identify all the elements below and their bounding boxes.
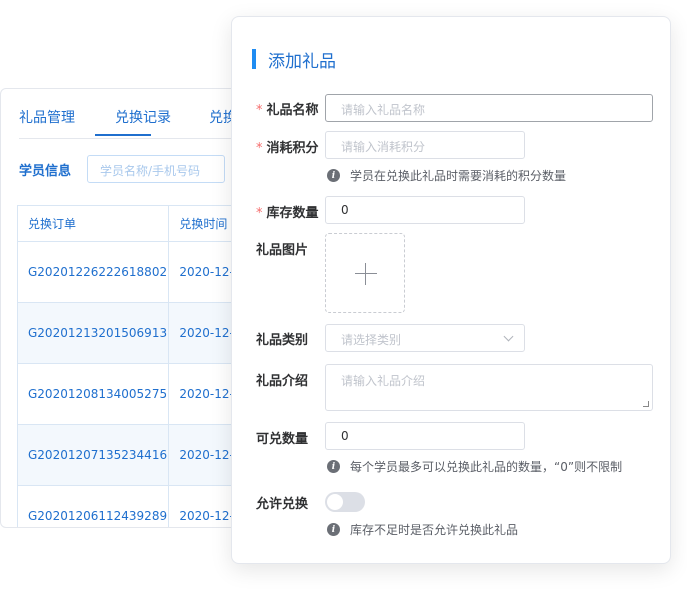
chevron-down-icon: [503, 331, 514, 342]
filter-label: 学员信息: [19, 164, 72, 179]
table-row[interactable]: G20201226222618802 2020-12-2: [18, 242, 249, 303]
limit-label: 可兑数量: [256, 428, 308, 447]
table-header: 兑换订单 兑换时间: [18, 206, 249, 242]
stock-input[interactable]: 0: [325, 196, 525, 224]
category-select[interactable]: 请选择类别: [325, 324, 525, 352]
limit-input[interactable]: 0: [325, 422, 525, 450]
toggle-knob: [327, 494, 343, 510]
exchange-records-panel: 礼品管理 兑换记录 兑换 学员信息 学员名称/手机号码 兑换订单 兑换时间 G2…: [0, 88, 250, 528]
title-accent-bar: [252, 49, 256, 69]
table-row[interactable]: G20201213201506913 2020-12-1: [18, 303, 249, 364]
image-label-text: 礼品图片: [256, 243, 309, 258]
points-label-text: 消耗积分: [266, 141, 319, 156]
points-label: * 消耗积分: [256, 137, 319, 156]
plus-icon: [355, 273, 377, 274]
allow-label: 允许兑换: [256, 493, 308, 512]
intro-placeholder: 请输入礼品介绍: [341, 374, 426, 388]
dialog-title: 添加礼品: [268, 52, 336, 72]
active-tab-indicator: [95, 134, 151, 136]
order-cell: G20201207135234416: [18, 425, 170, 485]
required-mark: *: [256, 141, 263, 156]
table-row[interactable]: G20201206112439289 2020-12-0: [18, 486, 249, 527]
order-cell: G20201226222618802: [18, 242, 170, 302]
info-icon: i: [327, 460, 340, 473]
column-header-order[interactable]: 兑换订单: [18, 206, 170, 241]
intro-label: 礼品介绍: [256, 370, 308, 389]
required-mark: *: [256, 103, 263, 118]
image-label: 礼品图片: [256, 239, 308, 258]
allow-label-text: 允许兑换: [256, 497, 309, 512]
intro-textarea[interactable]: 请输入礼品介绍: [325, 364, 653, 411]
limit-hint: i 每个学员最多可以兑换此礼品的数量，“0”则不限制: [327, 458, 622, 475]
category-label: 礼品类别: [256, 329, 308, 348]
info-icon: i: [327, 169, 340, 182]
tab-exchange-records[interactable]: 兑换记录: [115, 109, 171, 127]
allow-hint: i 库存不足时是否允许兑换此礼品: [327, 521, 518, 538]
points-hint: i 学员在兑换此礼品时需要消耗的积分数量: [327, 167, 566, 184]
allow-exchange-toggle[interactable]: [325, 492, 365, 512]
limit-hint-text: 每个学员最多可以兑换此礼品的数量，“0”则不限制: [350, 460, 623, 474]
points-hint-text: 学员在兑换此礼品时需要消耗的积分数量: [350, 169, 567, 183]
info-icon: i: [327, 523, 340, 536]
table-row[interactable]: G20201207135234416 2020-12-0: [18, 425, 249, 486]
points-input[interactable]: 请输入消耗积分: [325, 131, 525, 159]
tab-gift-management[interactable]: 礼品管理: [19, 109, 75, 127]
order-cell: G20201206112439289: [18, 486, 170, 527]
stock-label-text: 库存数量: [266, 206, 319, 221]
gift-name-label-text: 礼品名称: [266, 103, 319, 118]
table-row[interactable]: G20201208134005275 2020-12-0: [18, 364, 249, 425]
image-upload-box[interactable]: [325, 233, 405, 313]
order-cell: G20201213201506913: [18, 303, 170, 363]
allow-hint-text: 库存不足时是否允许兑换此礼品: [350, 523, 519, 537]
gift-name-label: * 礼品名称: [256, 99, 319, 118]
intro-label-text: 礼品介绍: [256, 374, 309, 389]
stock-label: * 库存数量: [256, 202, 319, 221]
category-label-text: 礼品类别: [256, 333, 309, 348]
category-placeholder: 请选择类别: [341, 333, 402, 347]
plus-icon-vertical: [365, 263, 366, 285]
order-cell: G20201208134005275: [18, 364, 170, 424]
limit-label-text: 可兑数量: [256, 432, 309, 447]
required-mark: *: [256, 206, 263, 221]
resize-handle-icon[interactable]: [643, 401, 649, 407]
student-search-input[interactable]: 学员名称/手机号码: [87, 155, 225, 183]
records-table: 兑换订单 兑换时间 G20201226222618802 2020-12-2 G…: [17, 205, 249, 527]
add-gift-dialog: 添加礼品 * 礼品名称 请输入礼品名称 * 消耗积分 请输入消耗积分 i 学员在兑换…: [231, 16, 671, 564]
gift-name-input[interactable]: 请输入礼品名称: [325, 94, 653, 122]
